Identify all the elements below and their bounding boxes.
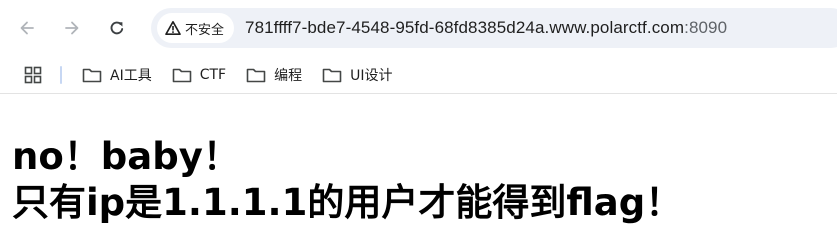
folder-icon bbox=[322, 68, 342, 82]
bookmarks-bar: AI工具 CTF 编程 UI设计 bbox=[0, 56, 837, 94]
arrow-left-icon bbox=[20, 21, 34, 35]
url-host: 781ffff7-bde7-4548-95fd-68fd8385d24a.www… bbox=[245, 18, 685, 37]
bookmark-label: AI工具 bbox=[110, 67, 152, 84]
security-label: 不安全 bbox=[185, 22, 225, 38]
bookmarks-separator bbox=[60, 65, 62, 84]
bookmark-label: 编程 bbox=[274, 67, 303, 84]
bookmark-folder-programming[interactable]: 编程 bbox=[236, 61, 312, 89]
bookmark-label: CTF bbox=[199, 66, 227, 83]
bookmark-folder-ctf[interactable]: CTF bbox=[162, 61, 236, 89]
url-text[interactable]: 781ffff7-bde7-4548-95fd-68fd8385d24a.www… bbox=[245, 18, 727, 38]
folder-icon bbox=[246, 68, 266, 82]
apps-grid-icon bbox=[24, 66, 42, 83]
page-heading-line2: 只有ip是1.1.1.1的用户才能得到flag！ bbox=[12, 181, 683, 224]
security-indicator[interactable]: 不安全 bbox=[157, 13, 235, 43]
page-content: no！baby！ 只有ip是1.1.1.1的用户才能得到flag！ bbox=[12, 134, 682, 226]
back-button[interactable] bbox=[10, 11, 44, 45]
arrow-right-icon bbox=[65, 21, 79, 35]
bookmark-folder-ui-design[interactable]: UI设计 bbox=[312, 61, 402, 89]
bookmark-label: UI设计 bbox=[350, 67, 393, 84]
address-bar[interactable]: 不安全 781ffff7-bde7-4548-95fd-68fd8385d24a… bbox=[151, 8, 837, 48]
forward-button[interactable] bbox=[55, 11, 89, 45]
reload-button[interactable] bbox=[100, 11, 134, 45]
folder-icon bbox=[82, 68, 102, 82]
page-heading-line1: no！baby！ bbox=[12, 135, 240, 178]
reload-icon bbox=[110, 21, 124, 35]
browser-toolbar: 不安全 781ffff7-bde7-4548-95fd-68fd8385d24a… bbox=[0, 0, 837, 56]
bookmark-folder-ai-tools[interactable]: AI工具 bbox=[72, 61, 162, 89]
url-port: :8090 bbox=[684, 18, 728, 37]
warning-triangle-icon bbox=[165, 21, 181, 35]
folder-icon bbox=[172, 68, 192, 82]
apps-button[interactable] bbox=[22, 64, 44, 86]
